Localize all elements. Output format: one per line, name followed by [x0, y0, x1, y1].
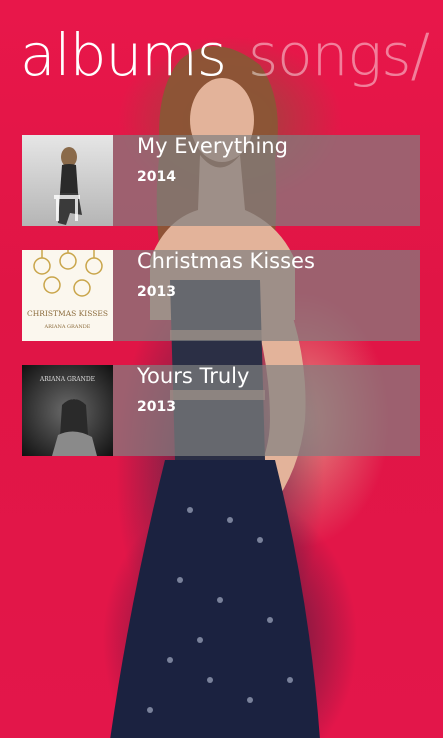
album-title: My Everything: [137, 134, 288, 158]
pivot-songs[interactable]: songs/: [248, 21, 430, 89]
album-title: Yours Truly: [137, 364, 250, 388]
album-cover-yours-truly: ARIANA GRANDE: [22, 365, 113, 456]
album-item-christmas-kisses[interactable]: CHRISTMAS KISSES ARIANA GRANDE Christmas…: [22, 249, 420, 341]
album-item-yours-truly[interactable]: ARIANA GRANDE Yours Truly 2013: [22, 364, 420, 456]
pivot-header: albums songs/: [20, 26, 430, 84]
svg-text:ARIANA GRANDE: ARIANA GRANDE: [39, 376, 95, 383]
album-cover-my-everything: [22, 135, 113, 226]
svg-text:CHRISTMAS KISSES: CHRISTMAS KISSES: [27, 309, 108, 318]
album-cover-christmas-kisses: CHRISTMAS KISSES ARIANA GRANDE: [22, 250, 113, 341]
svg-text:ARIANA GRANDE: ARIANA GRANDE: [44, 324, 91, 330]
app-screen: albums songs/ My Everything 2014 CHRISTM…: [0, 0, 443, 738]
album-year: 2013: [137, 399, 176, 415]
album-title: Christmas Kisses: [137, 249, 315, 273]
album-item-my-everything[interactable]: My Everything 2014: [22, 134, 420, 226]
pivot-albums[interactable]: albums: [20, 21, 227, 89]
album-year: 2014: [137, 169, 176, 185]
album-year: 2013: [137, 284, 176, 300]
album-list: My Everything 2014 CHRISTMAS KISSES ARIA…: [22, 134, 420, 480]
